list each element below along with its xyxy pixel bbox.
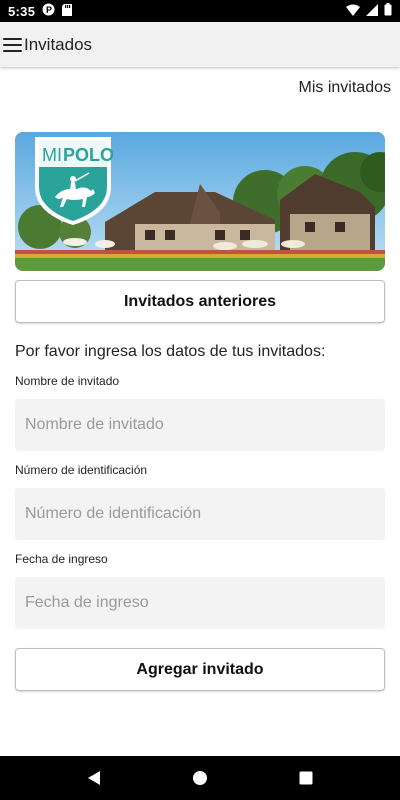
system-nav-bar (0, 756, 400, 800)
hamburger-menu-icon[interactable] (3, 37, 22, 53)
status-bar: 5:35 P (0, 0, 400, 22)
logo-text-polo: POLO (63, 145, 113, 165)
sd-card-icon (62, 3, 73, 19)
battery-icon (384, 3, 392, 19)
hero-banner-image: MI POLO (15, 132, 385, 271)
mis-invitados-link[interactable]: Mis invitados (299, 79, 391, 97)
entry-date-label: Fecha de ingreso (15, 552, 108, 566)
mipolo-logo: MI POLO (33, 135, 114, 232)
wifi-icon (346, 4, 360, 19)
status-time: 5:35 (8, 3, 36, 19)
guest-name-input[interactable] (15, 399, 385, 451)
page-title: Invitados (24, 34, 93, 54)
guest-name-label: Nombre de invitado (15, 374, 120, 388)
p-notification-icon: P (42, 3, 55, 19)
home-icon[interactable] (190, 768, 210, 788)
recents-icon[interactable] (296, 768, 316, 788)
form-intro-text: Por favor ingresa los datos de tus invit… (15, 343, 326, 360)
app-bar: Invitados (0, 22, 400, 67)
entry-date-input[interactable] (15, 577, 385, 629)
logo-text-mi: MI (42, 145, 62, 165)
add-guest-button[interactable]: Agregar invitado (15, 648, 385, 691)
previous-guests-button[interactable]: Invitados anteriores (15, 280, 385, 323)
id-number-input[interactable] (15, 488, 385, 540)
signal-icon (366, 3, 378, 19)
back-icon[interactable] (84, 768, 104, 788)
id-number-label: Número de identificación (15, 463, 148, 477)
svg-text:P: P (46, 5, 52, 15)
